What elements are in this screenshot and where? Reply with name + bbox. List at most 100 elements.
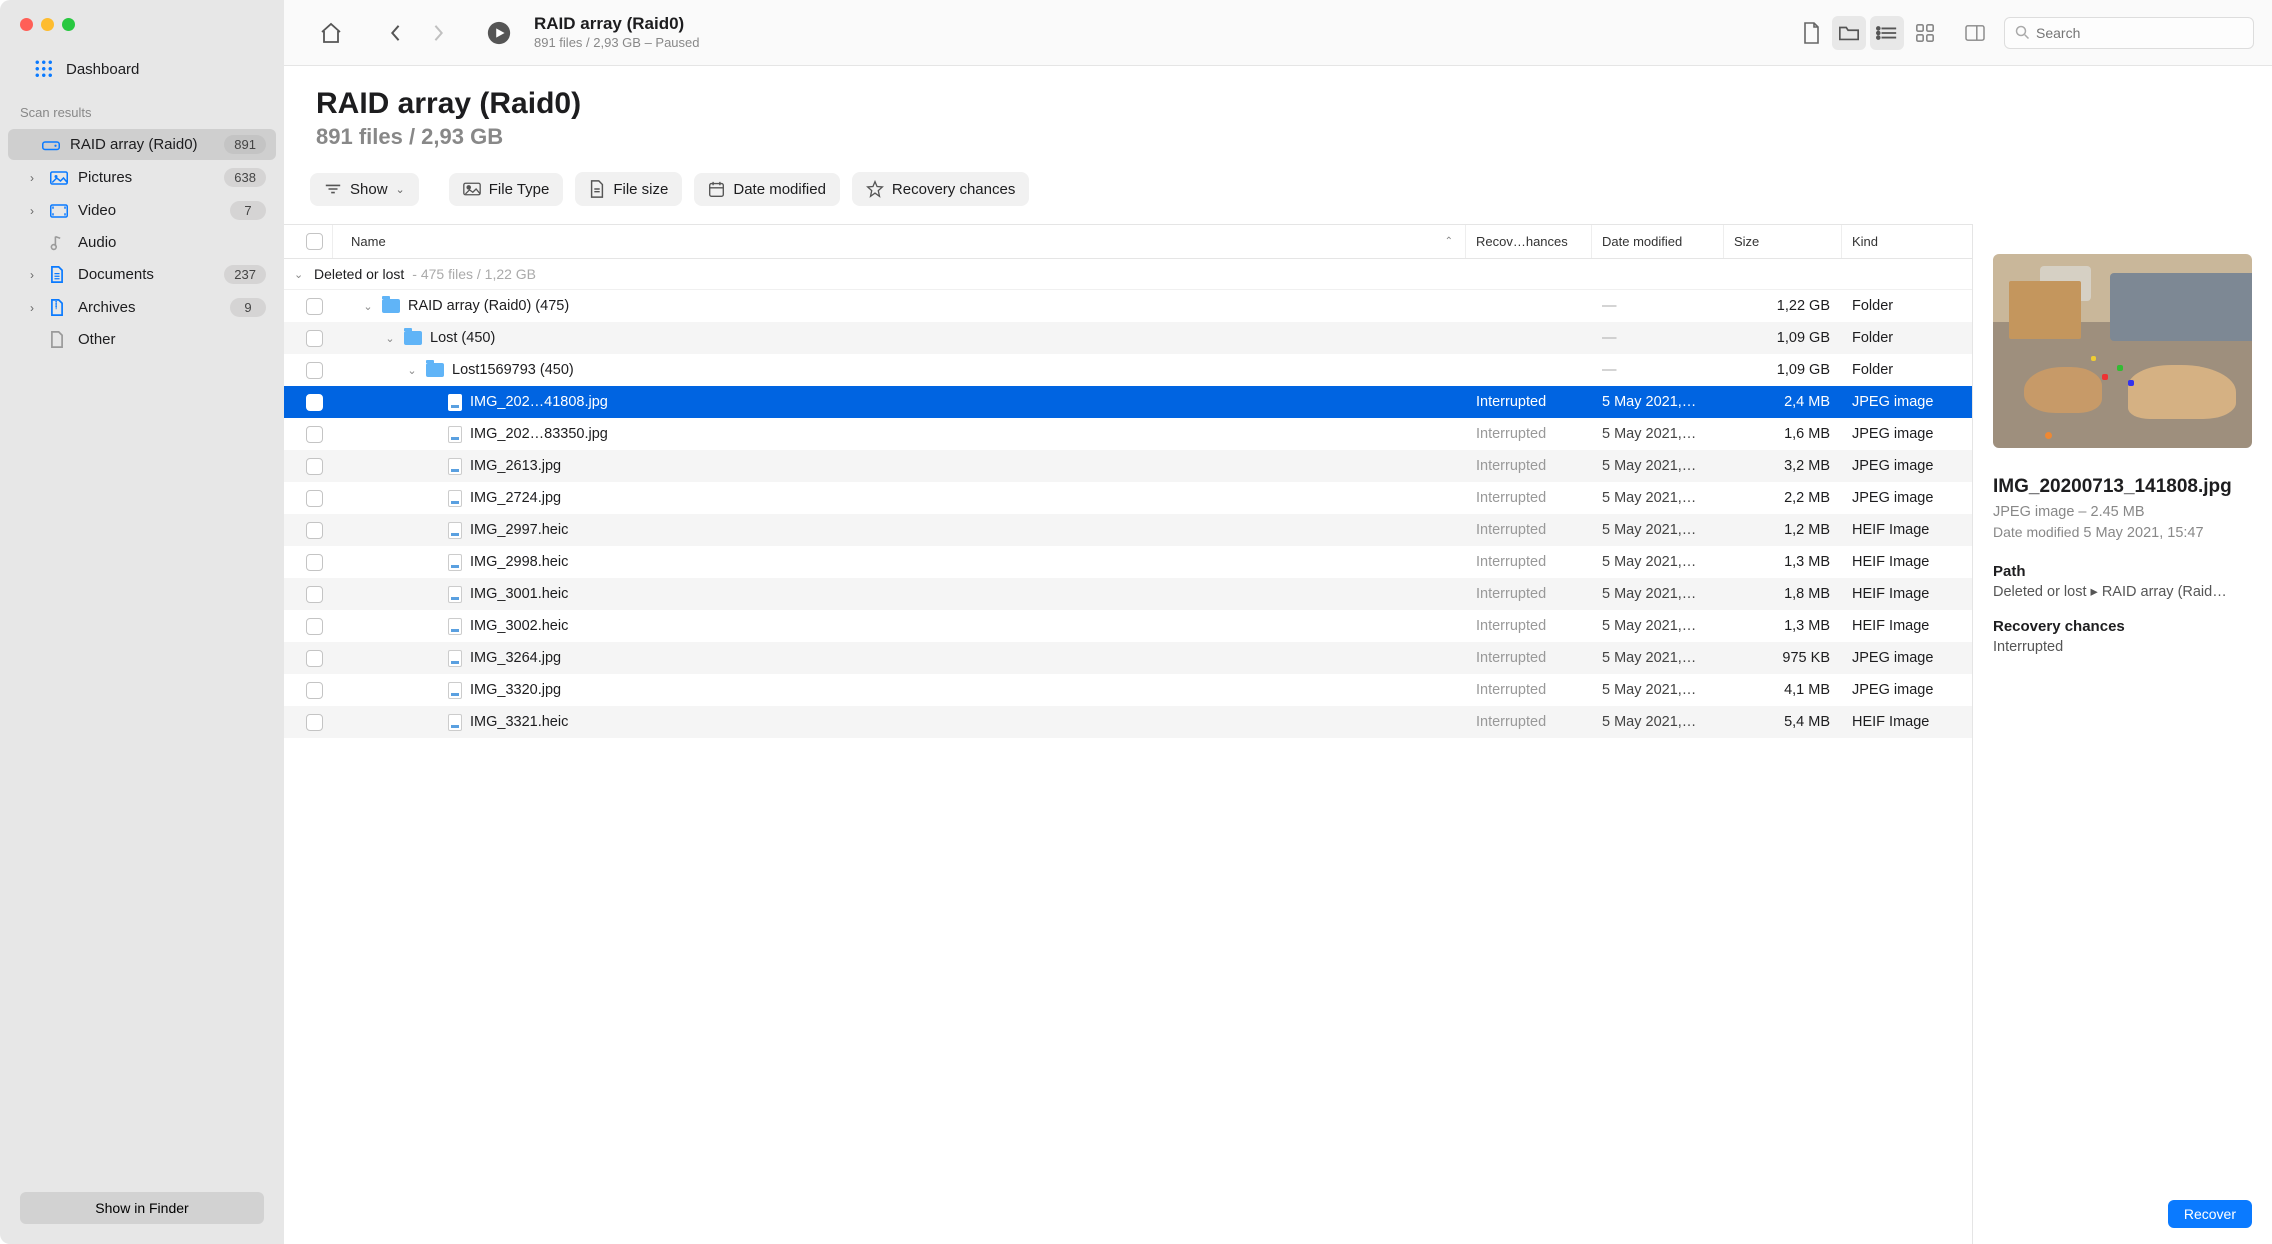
row-checkbox[interactable]	[296, 298, 332, 315]
toolbar-subtitle: 891 files / 2,93 GB – Paused	[534, 35, 1784, 52]
recovery-filter[interactable]: Recovery chances	[852, 172, 1029, 206]
detail-chances-section: Recovery chances Interrupted	[1993, 618, 2252, 655]
row-checkbox[interactable]	[296, 650, 332, 667]
table-row[interactable]: IMG_202…41808.jpgInterrupted5 May 2021,……	[284, 386, 1972, 418]
column-date[interactable]: Date modified	[1592, 225, 1724, 258]
chevron-down-icon[interactable]: ⌄	[406, 364, 418, 377]
row-recovery: Interrupted	[1466, 554, 1592, 570]
chevron-down-icon[interactable]: ⌄	[362, 300, 374, 313]
table-row[interactable]: IMG_3320.jpgInterrupted5 May 2021,…4,1 M…	[284, 674, 1972, 706]
toolbar-right	[1794, 16, 2254, 50]
column-recovery[interactable]: Recov…hances	[1466, 225, 1592, 258]
home-button[interactable]	[314, 16, 348, 50]
file-icon	[448, 458, 462, 475]
dashboard-nav[interactable]: Dashboard	[0, 41, 284, 101]
toggle-preview-button[interactable]	[1958, 16, 1992, 50]
sidebar-item-raid[interactable]: RAID array (Raid0) 891	[8, 129, 276, 160]
row-checkbox[interactable]	[296, 714, 332, 731]
table-row[interactable]: IMG_3321.heicInterrupted5 May 2021,…5,4 …	[284, 706, 1972, 738]
sidebar-item-pictures[interactable]: › Pictures 638	[8, 162, 276, 193]
table-row[interactable]: ⌄Lost (450)—1,09 GBFolder	[284, 322, 1972, 354]
row-name: IMG_3320.jpg	[470, 682, 561, 698]
star-icon	[866, 180, 884, 198]
rows-container: ⌄RAID array (Raid0) (475)—1,22 GBFolder⌄…	[284, 290, 1972, 1244]
row-checkbox[interactable]	[296, 458, 332, 475]
row-date: 5 May 2021,…	[1592, 554, 1724, 570]
row-checkbox[interactable]	[296, 522, 332, 539]
select-all-checkbox[interactable]	[296, 233, 332, 250]
row-date: 5 May 2021,…	[1592, 490, 1724, 506]
row-checkbox[interactable]	[296, 362, 332, 379]
show-filter[interactable]: Show ⌄	[310, 173, 419, 206]
search-box[interactable]	[2004, 17, 2254, 49]
zoom-window-button[interactable]	[62, 18, 75, 31]
sidebar-item-video[interactable]: › Video 7	[8, 195, 276, 226]
row-name: IMG_3001.heic	[470, 586, 568, 602]
view-document-button[interactable]	[1794, 16, 1828, 50]
view-grid-button[interactable]	[1908, 16, 1942, 50]
row-size: 1,8 MB	[1724, 586, 1842, 602]
recover-button[interactable]: Recover	[2168, 1200, 2252, 1228]
row-checkbox[interactable]	[296, 394, 332, 411]
row-checkbox[interactable]	[296, 330, 332, 347]
preview-thumbnail	[1993, 254, 2252, 448]
sidebar-item-documents[interactable]: › Documents 237	[8, 259, 276, 290]
dashboard-label: Dashboard	[66, 61, 139, 78]
show-in-finder-button[interactable]: Show in Finder	[20, 1192, 264, 1224]
row-checkbox[interactable]	[296, 618, 332, 635]
row-name-cell: ⌄ RAID array (Raid0) (475)	[332, 298, 1466, 314]
group-name: Deleted or lost	[314, 266, 404, 282]
row-date: 5 May 2021,…	[1592, 714, 1724, 730]
table-row[interactable]: IMG_2613.jpgInterrupted5 May 2021,…3,2 M…	[284, 450, 1972, 482]
table-row[interactable]: IMG_3264.jpgInterrupted5 May 2021,…975 K…	[284, 642, 1972, 674]
file-icon	[448, 714, 462, 731]
disk-icon	[42, 138, 62, 152]
view-folder-button[interactable]	[1832, 16, 1866, 50]
toolbar-title-area: RAID array (Raid0) 891 files / 2,93 GB –…	[534, 13, 1784, 52]
column-kind[interactable]: Kind	[1842, 225, 1972, 258]
table-row[interactable]: IMG_3001.heicInterrupted5 May 2021,…1,8 …	[284, 578, 1972, 610]
search-input[interactable]	[2036, 25, 2243, 41]
row-checkbox[interactable]	[296, 490, 332, 507]
table-row[interactable]: IMG_3002.heicInterrupted5 May 2021,…1,3 …	[284, 610, 1972, 642]
table-row[interactable]: IMG_202…83350.jpgInterrupted5 May 2021,……	[284, 418, 1972, 450]
table-row[interactable]: IMG_2724.jpgInterrupted5 May 2021,…2,2 M…	[284, 482, 1972, 514]
nav-forward-button[interactable]	[422, 16, 456, 50]
sidebar-item-other[interactable]: Other	[8, 325, 276, 354]
close-window-button[interactable]	[20, 18, 33, 31]
table-row[interactable]: IMG_2998.heicInterrupted5 May 2021,…1,3 …	[284, 546, 1972, 578]
row-date: 5 May 2021,…	[1592, 650, 1724, 666]
row-checkbox[interactable]	[296, 682, 332, 699]
detail-chances-value: Interrupted	[1993, 639, 2252, 655]
row-name: IMG_202…41808.jpg	[470, 394, 608, 410]
row-checkbox[interactable]	[296, 554, 332, 571]
row-size: 2,4 MB	[1724, 394, 1842, 410]
resume-scan-button[interactable]	[482, 16, 516, 50]
filesize-filter[interactable]: File size	[575, 172, 682, 206]
column-size[interactable]: Size	[1724, 225, 1842, 258]
sidebar-item-archives[interactable]: › Archives 9	[8, 292, 276, 323]
filter-label: Show	[350, 181, 388, 198]
minimize-window-button[interactable]	[41, 18, 54, 31]
nav-back-button[interactable]	[378, 16, 412, 50]
table-row[interactable]: ⌄Lost1569793 (450)—1,09 GBFolder	[284, 354, 1972, 386]
row-recovery: Interrupted	[1466, 490, 1592, 506]
group-meta: - 475 files / 1,22 GB	[412, 266, 536, 282]
view-list-button[interactable]	[1870, 16, 1904, 50]
column-name[interactable]: Name ⌃	[332, 225, 1466, 258]
main-area: RAID array (Raid0) 891 files / 2,93 GB –…	[284, 0, 2272, 1244]
row-checkbox[interactable]	[296, 586, 332, 603]
table-row[interactable]: ⌄RAID array (Raid0) (475)—1,22 GBFolder	[284, 290, 1972, 322]
date-filter[interactable]: Date modified	[694, 173, 840, 206]
row-size: 3,2 MB	[1724, 458, 1842, 474]
row-checkbox[interactable]	[296, 426, 332, 443]
group-row[interactable]: ⌄ Deleted or lost - 475 files / 1,22 GB	[284, 259, 1972, 290]
row-kind: HEIF Image	[1842, 586, 1972, 602]
row-name: Lost1569793 (450)	[452, 362, 574, 378]
chevron-down-icon[interactable]: ⌄	[384, 332, 396, 345]
table-row[interactable]: IMG_2997.heicInterrupted5 May 2021,…1,2 …	[284, 514, 1972, 546]
file-icon	[448, 394, 462, 411]
row-name: RAID array (Raid0) (475)	[408, 298, 569, 314]
filetype-filter[interactable]: File Type	[449, 173, 564, 206]
sidebar-item-audio[interactable]: Audio	[8, 228, 276, 257]
